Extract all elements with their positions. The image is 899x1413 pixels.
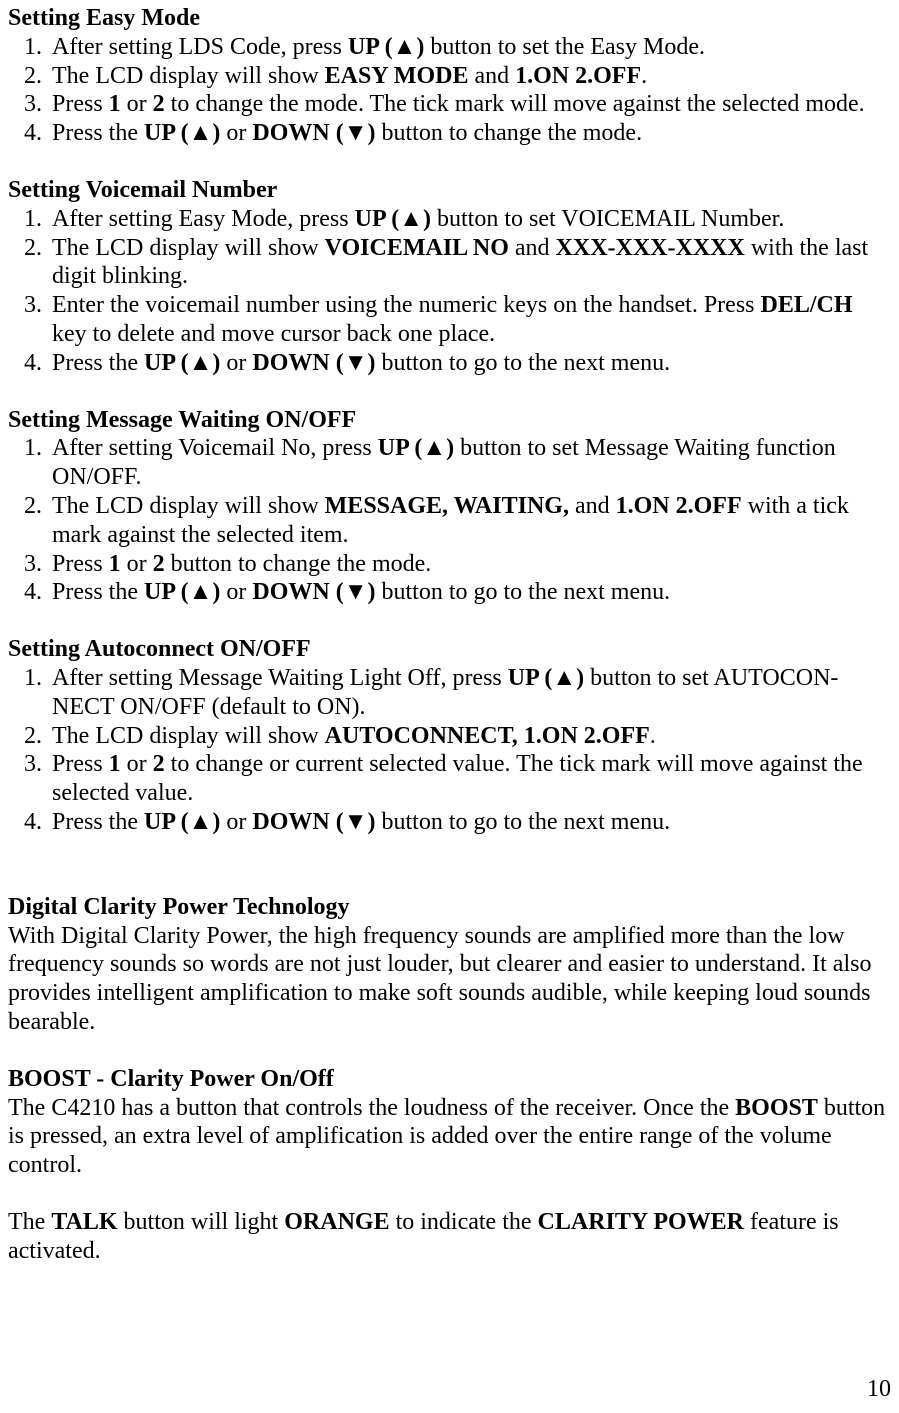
list-item: Press the UP (▲) or DOWN (▼) button to c…	[48, 119, 891, 148]
section-voicemail: Setting Voicemail Number After setting E…	[8, 176, 891, 378]
list-item: The LCD display will show MESSAGE, WAITI…	[48, 492, 891, 550]
list-message-waiting: After setting Voicemail No, press UP (▲)…	[8, 434, 891, 607]
list-item: The LCD display will show EASY MODE and …	[48, 62, 891, 91]
heading-boost: BOOST - Clarity Power On/Off	[8, 1065, 891, 1094]
list-item: Press the UP (▲) or DOWN (▼) button to g…	[48, 578, 891, 607]
section-digital-clarity: Digital Clarity Power Technology With Di…	[8, 893, 891, 1037]
list-item: Press the UP (▲) or DOWN (▼) button to g…	[48, 349, 891, 378]
heading-easy-mode: Setting Easy Mode	[8, 4, 891, 33]
list-voicemail: After setting Easy Mode, press UP (▲) bu…	[8, 205, 891, 378]
section-boost: BOOST - Clarity Power On/Off The C4210 h…	[8, 1065, 891, 1266]
list-item: After setting Message Waiting Light Off,…	[48, 664, 891, 722]
section-autoconnect: Setting Autoconnect ON/OFF After setting…	[8, 635, 891, 837]
list-autoconnect: After setting Message Waiting Light Off,…	[8, 664, 891, 837]
section-easy-mode: Setting Easy Mode After setting LDS Code…	[8, 4, 891, 148]
list-item: The LCD display will show AUTOCONNECT, 1…	[48, 722, 891, 751]
list-item: Press 1 or 2 to change the mode. The tic…	[48, 90, 891, 119]
para-boost-1: The C4210 has a button that controls the…	[8, 1094, 891, 1180]
list-item: After setting LDS Code, press UP (▲) but…	[48, 33, 891, 62]
page-number: 10	[8, 1375, 891, 1404]
list-item: Enter the voicemail number using the num…	[48, 291, 891, 349]
list-item: Press 1 or 2 button to change the mode.	[48, 550, 891, 579]
list-item: Press 1 or 2 to change or current select…	[48, 750, 891, 808]
heading-autoconnect: Setting Autoconnect ON/OFF	[8, 635, 891, 664]
list-item: The LCD display will show VOICEMAIL NO a…	[48, 234, 891, 292]
heading-voicemail: Setting Voicemail Number	[8, 176, 891, 205]
para-digital-clarity: With Digital Clarity Power, the high fre…	[8, 922, 891, 1037]
list-easy-mode: After setting LDS Code, press UP (▲) but…	[8, 33, 891, 148]
heading-message-waiting: Setting Message Waiting ON/OFF	[8, 406, 891, 435]
list-item: After setting Easy Mode, press UP (▲) bu…	[48, 205, 891, 234]
list-item: Press the UP (▲) or DOWN (▼) button to g…	[48, 808, 891, 837]
list-item: After setting Voicemail No, press UP (▲)…	[48, 434, 891, 492]
section-message-waiting: Setting Message Waiting ON/OFF After set…	[8, 406, 891, 608]
heading-digital-clarity: Digital Clarity Power Technology	[8, 893, 891, 922]
para-boost-2: The TALK button will light ORANGE to ind…	[8, 1208, 891, 1266]
